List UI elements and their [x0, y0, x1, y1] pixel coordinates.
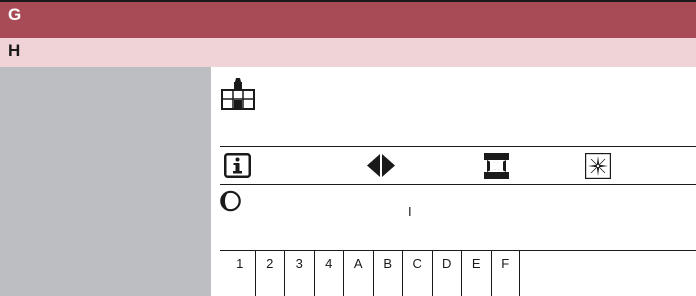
key-label: D — [442, 256, 452, 271]
left-right-arrows-icon[interactable] — [366, 153, 396, 178]
key-label: F — [501, 256, 510, 271]
title-label: G — [8, 5, 22, 24]
key-e[interactable]: E — [461, 251, 491, 296]
key-b[interactable]: B — [372, 251, 403, 296]
subtitle-label: H — [8, 41, 21, 60]
sidebar-panel — [0, 67, 211, 296]
key-a[interactable]: A — [343, 251, 373, 296]
key-label: 1 — [236, 256, 244, 271]
compass-star-icon[interactable] — [585, 153, 611, 179]
key-1[interactable]: 1 — [225, 251, 255, 296]
key-c[interactable]: C — [402, 251, 432, 296]
key-label: 2 — [266, 256, 274, 271]
key-label: C — [412, 256, 422, 271]
title-bar: G — [0, 2, 696, 38]
key-label: 4 — [325, 256, 333, 271]
key-f[interactable]: F — [490, 251, 520, 296]
divider-1 — [220, 146, 696, 147]
clamp-icon[interactable] — [484, 153, 509, 179]
key-label: E — [471, 256, 481, 271]
key-label: A — [353, 256, 363, 271]
info-icon[interactable] — [224, 153, 251, 178]
key-4[interactable]: 4 — [313, 251, 344, 296]
half-moon-icon[interactable] — [220, 190, 241, 212]
keypad: 1 2 3 4 A B C D E F — [225, 251, 520, 296]
key-label: 3 — [295, 256, 303, 271]
divider-2 — [220, 184, 696, 185]
workstation-icon[interactable] — [221, 78, 257, 112]
key-3[interactable]: 3 — [284, 251, 314, 296]
key-d[interactable]: D — [431, 251, 462, 296]
subtitle-bar: H — [0, 38, 696, 67]
indicator-mark: I — [408, 204, 412, 219]
key-2[interactable]: 2 — [254, 251, 285, 296]
key-label: B — [383, 256, 393, 271]
